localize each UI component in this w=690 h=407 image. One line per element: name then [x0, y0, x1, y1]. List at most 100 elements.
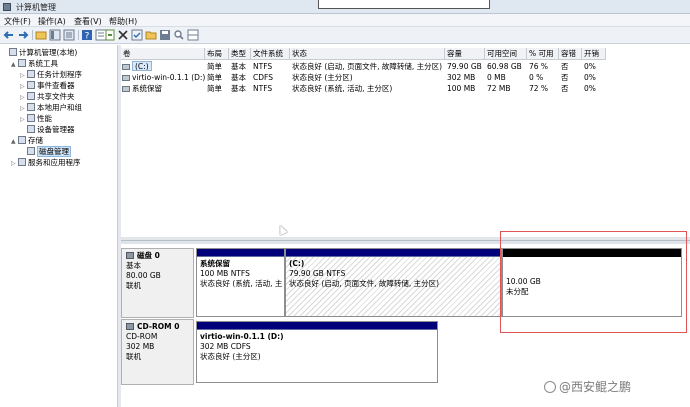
- column-header[interactable]: 卷: [121, 48, 205, 60]
- table-cell: 72 MB: [487, 84, 511, 93]
- table-cell: 基本: [231, 62, 246, 71]
- tree-node[interactable]: ▷ 性能: [20, 113, 52, 124]
- column-header[interactable]: 文件系统: [251, 48, 290, 60]
- tree-node[interactable]: ▷ 共享文件夹: [20, 91, 75, 102]
- partition-title: virtio-win-0.1.1 (D:): [200, 332, 284, 341]
- table-cell: (C:): [132, 61, 152, 71]
- menu-bar: 文件(F) 操作(A) 查看(V) 帮助(H): [0, 14, 690, 27]
- table-row[interactable]: (C:) 简单 基本 NTFS 状态良好 (启动, 页面文件, 故障转储, 主分区) 79…: [121, 61, 606, 72]
- expand-toggle-icon[interactable]: ▲: [11, 136, 18, 147]
- tree-node[interactable]: 磁盘管理: [20, 146, 71, 157]
- tree-node-icon: [18, 59, 26, 67]
- tree-node-label: 计算机管理(本地): [19, 48, 78, 57]
- forward-arrow-icon[interactable]: [17, 29, 29, 41]
- save-icon[interactable]: [159, 29, 171, 41]
- tree-node[interactable]: ▲ 系统工具: [11, 58, 58, 69]
- tree-node-label: 事件查看器: [37, 81, 75, 90]
- table-cell: 系统保留: [132, 84, 162, 93]
- tree-node-icon: [27, 114, 35, 122]
- cdrom-0-info[interactable]: CD-ROM 0 CD-ROM 302 MB 联机: [121, 319, 194, 385]
- expand-toggle-icon[interactable]: ▲: [11, 59, 18, 70]
- table-cell: 0%: [584, 73, 596, 82]
- column-header[interactable]: 容错: [559, 48, 582, 60]
- column-header[interactable]: 开销: [582, 48, 606, 60]
- disk-0-status: 联机: [126, 281, 141, 290]
- tree-node-icon: [27, 103, 35, 111]
- volume-icon: [122, 86, 130, 92]
- partition-band: [197, 249, 284, 257]
- menu-help[interactable]: 帮助(H): [109, 16, 137, 27]
- column-header[interactable]: 布局: [205, 48, 229, 60]
- tree-node-label: 服务和应用程序: [28, 158, 81, 167]
- partition-status: 状态良好 (主分区): [200, 352, 261, 361]
- toolbar-separator: [78, 30, 79, 40]
- disk-0-size: 80.00 GB: [126, 271, 161, 280]
- table-cell: virtio-win-0.1.1 (D:): [132, 73, 205, 82]
- partition-band: [197, 322, 437, 330]
- open-folder-icon[interactable]: [145, 29, 157, 41]
- menu-action[interactable]: 操作(A): [38, 16, 66, 27]
- svg-text:?: ?: [85, 32, 90, 42]
- table-cell: 基本: [231, 84, 246, 93]
- up-folder-icon[interactable]: [35, 29, 47, 41]
- disk-0-info[interactable]: 磁盘 0 基本 80.00 GB 联机: [121, 248, 194, 318]
- menu-file[interactable]: 文件(F): [4, 16, 31, 27]
- watermark: @西安鲲之鹏: [544, 378, 631, 395]
- volume-icon: [122, 64, 130, 70]
- panes-icon[interactable]: [187, 29, 199, 41]
- weibo-logo-icon: [544, 381, 556, 393]
- partition-d-drive[interactable]: virtio-win-0.1.1 (D:) 302 MB CDFS 状态良好 (…: [196, 321, 438, 383]
- tree-node-icon: [18, 158, 26, 166]
- delete-x-icon[interactable]: [117, 29, 129, 41]
- tree-node-icon: [27, 125, 35, 133]
- partition-size: 100 MB NTFS: [200, 269, 250, 278]
- export-list-icon[interactable]: [104, 29, 116, 41]
- help-icon[interactable]: ?: [81, 29, 93, 41]
- expand-toggle-icon[interactable]: ▷: [11, 158, 18, 169]
- zoom-icon[interactable]: [173, 29, 185, 41]
- table-cell: 72 %: [529, 84, 549, 93]
- table-row[interactable]: 系统保留 简单 基本 NTFS 状态良好 (系统, 活动, 主分区) 100 MB 72 M…: [121, 84, 606, 94]
- table-cell: 否: [561, 84, 569, 93]
- tree-node[interactable]: ▲ 存储: [11, 135, 43, 146]
- tree-node-icon: [27, 81, 35, 89]
- partition-band: [286, 249, 501, 257]
- tree-node-icon: [27, 92, 35, 100]
- partition-title: 系统保留: [200, 259, 230, 268]
- tree-node[interactable]: 计算机管理(本地): [2, 47, 77, 58]
- show-hide-tree-icon[interactable]: [49, 29, 61, 41]
- tree-node-label: 系统工具: [28, 59, 58, 68]
- column-header[interactable]: % 可用: [527, 48, 559, 60]
- menu-view[interactable]: 查看(V): [74, 16, 102, 27]
- tree-node[interactable]: ▷ 服务和应用程序: [11, 157, 81, 168]
- table-cell: 0 MB: [487, 73, 506, 82]
- table-cell: 0%: [584, 62, 596, 71]
- tree-node[interactable]: ▷ 事件查看器: [20, 80, 75, 91]
- column-header[interactable]: 类型: [229, 48, 251, 60]
- back-arrow-icon[interactable]: [3, 29, 15, 41]
- cdrom-0-size: 302 MB: [126, 342, 155, 351]
- check-icon[interactable]: [131, 29, 143, 41]
- table-row[interactable]: virtio-win-0.1.1 (D:) 简单 基本 CDFS 状态良好 (主分区) 3…: [121, 73, 606, 83]
- tree-node[interactable]: ▷ 任务计划程序: [20, 69, 82, 80]
- partition-system-reserved[interactable]: 系统保留 100 MB NTFS 状态良好 (系统, 活动, 主: [196, 248, 285, 317]
- tree-node-icon: [27, 147, 35, 155]
- tree-node[interactable]: ▷ 本地用户和组: [20, 102, 82, 113]
- partition-c-drive[interactable]: (C:) 79.90 GB NTFS 状态良好 (启动, 页面文件, 故障转储,…: [285, 248, 502, 317]
- column-header[interactable]: 可用空间: [485, 48, 527, 60]
- toolbar-separator: [32, 30, 33, 40]
- cdrom-0-name: CD-ROM 0: [137, 322, 180, 331]
- table-cell: 60.98 GB: [487, 62, 522, 71]
- partition-title: (C:): [289, 259, 305, 268]
- title-bar: 计算机管理: [0, 0, 690, 14]
- partition-size: 302 MB CDFS: [200, 342, 251, 351]
- table-cell: 简单: [207, 73, 222, 82]
- list-icon[interactable]: [63, 29, 75, 41]
- tree-node[interactable]: 设备管理器: [20, 124, 75, 135]
- disk-0-kind: 基本: [126, 261, 141, 270]
- column-header[interactable]: 状态: [290, 48, 445, 60]
- table-cell: NTFS: [253, 84, 273, 93]
- table-cell: NTFS: [253, 62, 273, 71]
- highlight-frame: [500, 231, 687, 333]
- column-header[interactable]: 容量: [445, 48, 485, 60]
